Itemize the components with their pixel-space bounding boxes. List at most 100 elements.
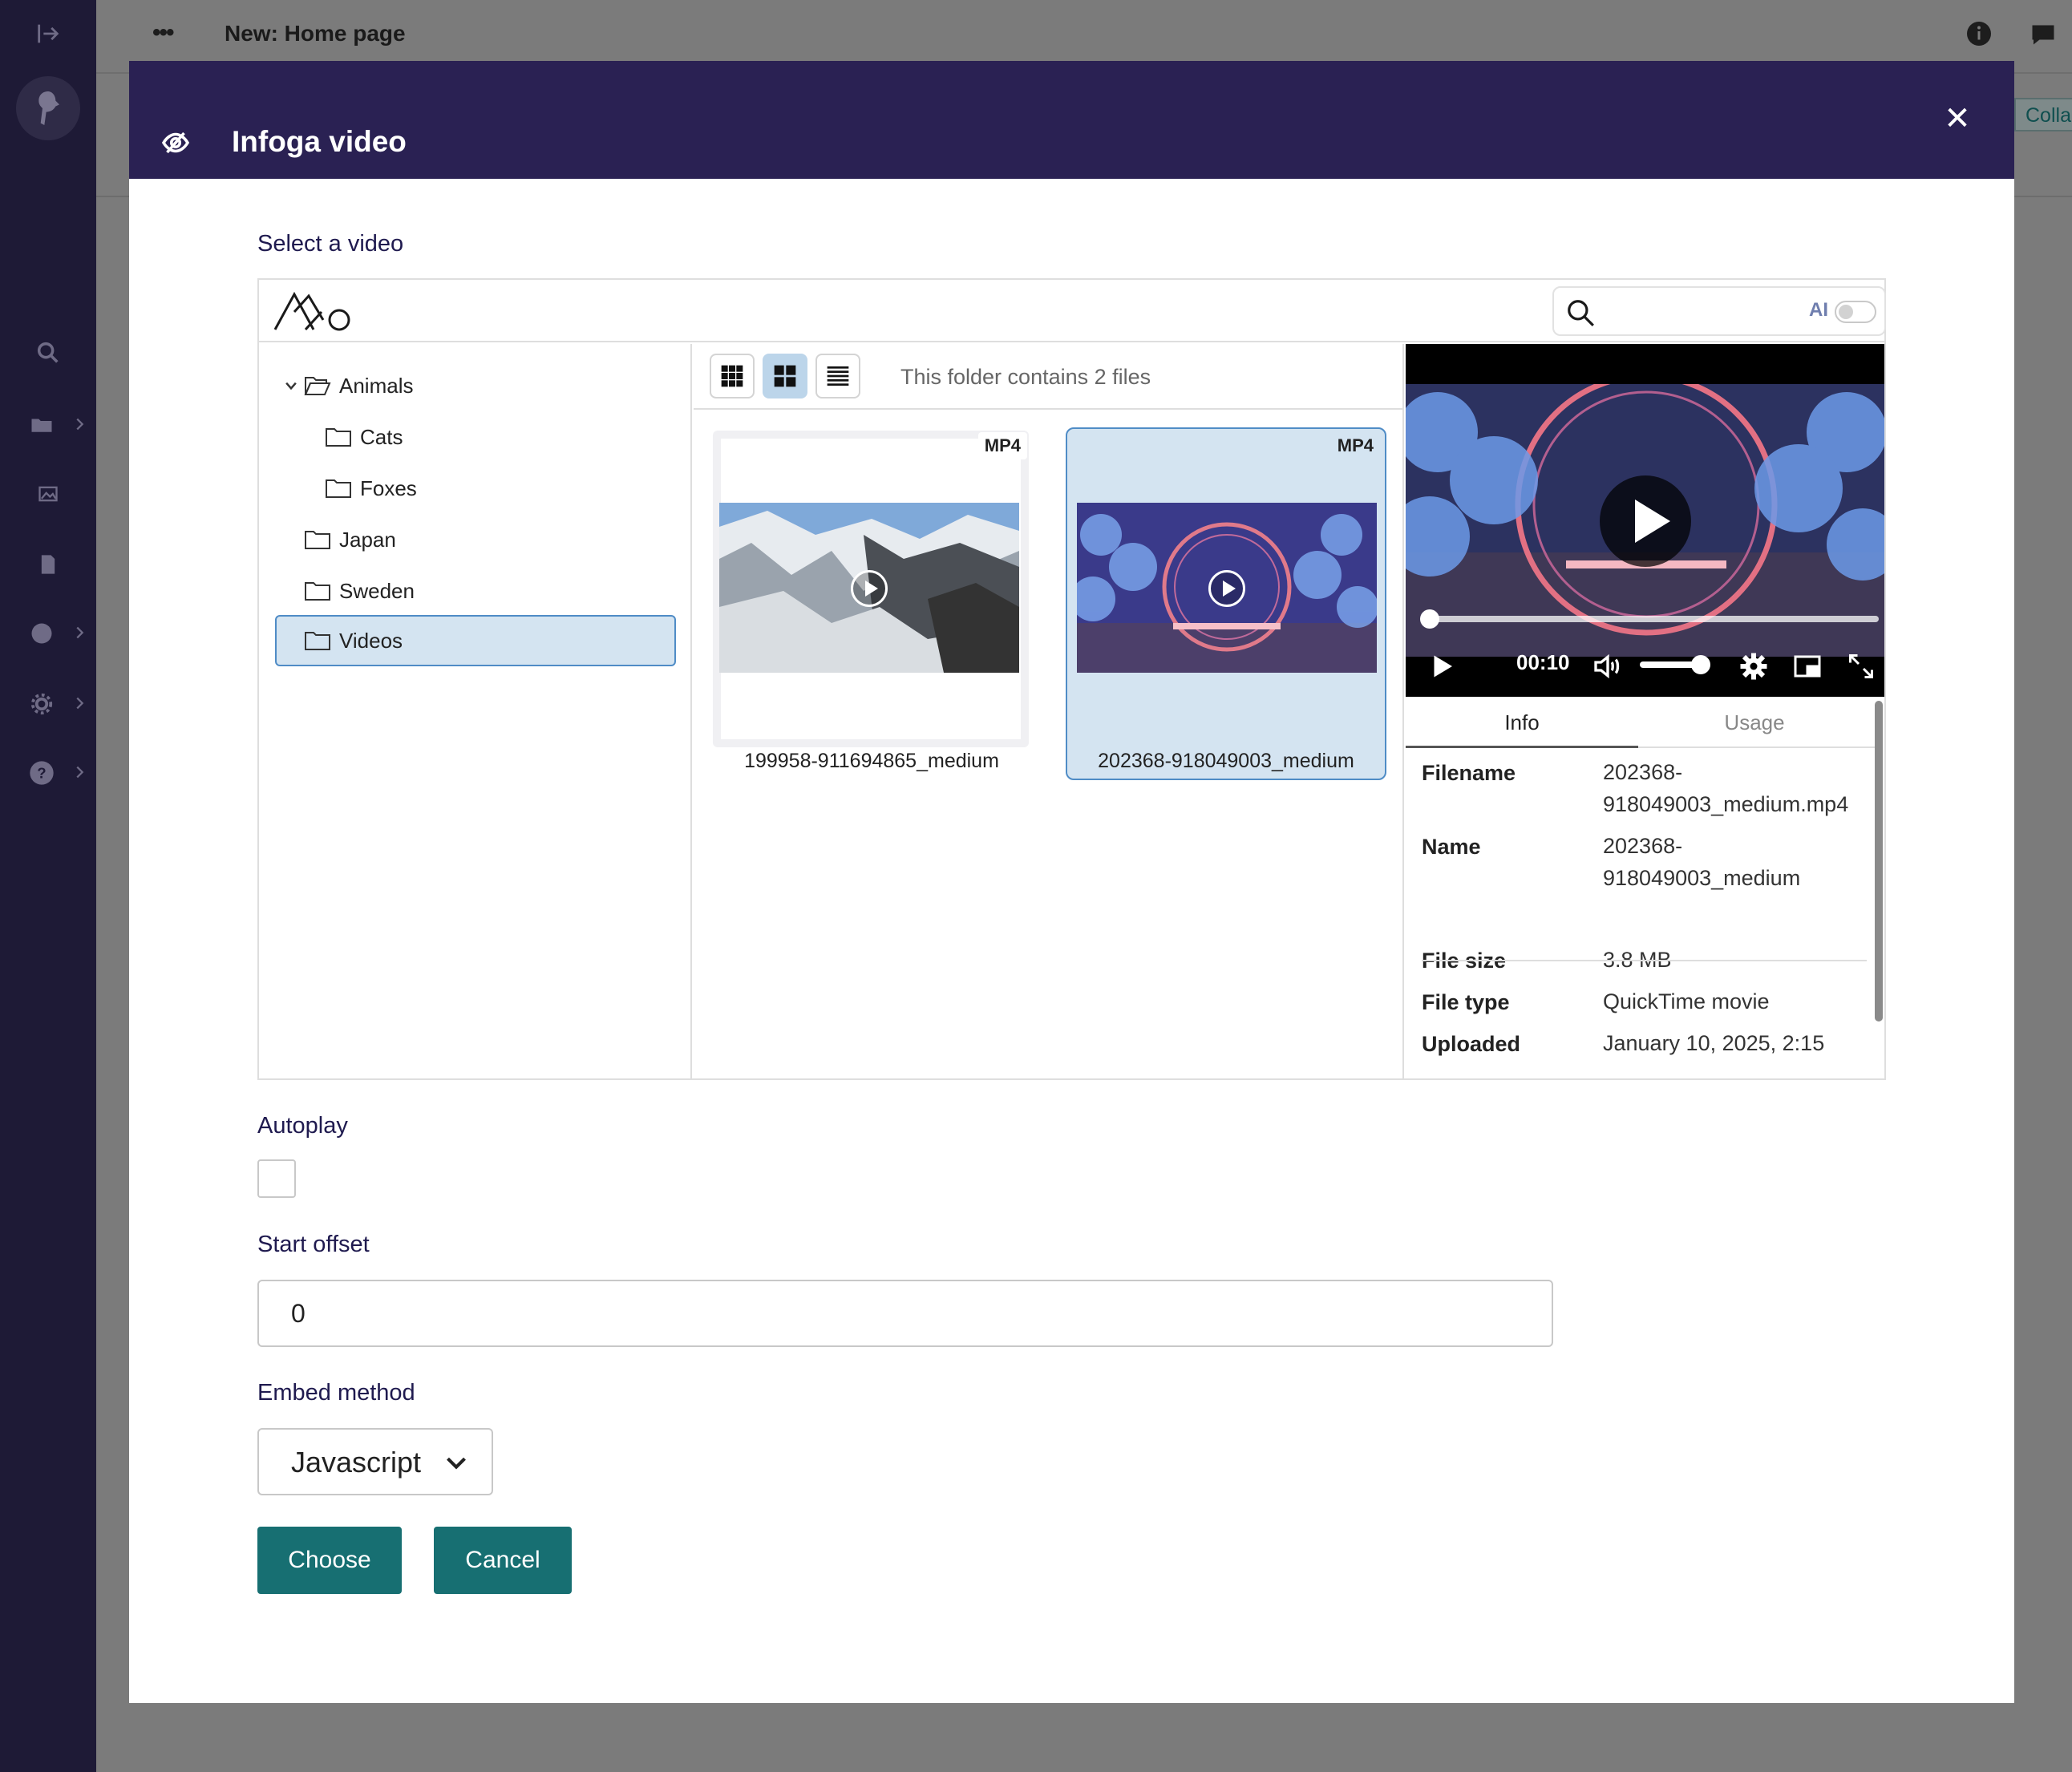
progress-handle[interactable] [1420,609,1439,629]
tree-item-label: Foxes [360,475,417,500]
tab-usage[interactable]: Usage [1638,698,1871,748]
document-icon[interactable] [0,540,96,589]
info-icon[interactable] [1965,19,1993,48]
tree-item-cats[interactable]: Cats [325,413,403,461]
chevron-right-icon [76,697,84,710]
tree-item-label: Animals [339,373,414,398]
tree-item-sweden[interactable]: Sweden [304,567,415,615]
tree-item-japan[interactable]: Japan [304,516,396,564]
file-name: 199958-911694865_medium [744,750,999,772]
current-time: 00:10 [1516,650,1570,674]
tree-item-label: Sweden [339,578,415,603]
ai-toggle[interactable] [1835,301,1876,323]
grid-small-icon [721,365,743,387]
eye-slash-icon [160,128,192,157]
start-offset-label: Start offset [257,1232,370,1257]
ai-label: AI [1809,299,1828,321]
video-thumbnail [719,503,1019,673]
tab-info[interactable]: Info [1406,698,1638,748]
grid-large-icon [774,365,796,387]
volume-handle[interactable] [1691,655,1710,674]
tree-item-foxes[interactable]: Foxes [325,464,417,512]
folder-icon[interactable] [0,401,96,449]
tree-item-animals[interactable]: Animals [285,362,414,410]
video-thumbnail [1077,503,1377,673]
video-player: 00:10 [1406,344,1884,697]
video-dialog: Infoga video ✕ Select a video AI Animals [129,61,2014,1703]
comments-icon[interactable] [2029,19,2058,48]
search-box: AI [1552,286,1886,336]
list-view-button[interactable] [815,354,860,398]
folder-icon [305,531,330,549]
autoplay-checkbox[interactable] [257,1159,296,1198]
tree-item-label: Cats [360,424,403,449]
volume-slider[interactable] [1640,661,1696,668]
search-icon[interactable] [0,329,96,377]
view-toolbar: This folder contains 2 files [694,344,1404,410]
search-input[interactable] [1604,294,1788,330]
folder-icon [305,632,330,650]
big-play-button[interactable] [1600,475,1691,567]
image-icon[interactable] [0,470,96,518]
info-key: Uploaded [1422,1032,1521,1056]
expand-sidebar-icon[interactable] [0,10,96,58]
info-value: QuickTime movie [1603,989,1770,1013]
embed-method-select[interactable]: Javascript [257,1428,493,1495]
folder-count: This folder contains 2 files [900,365,1151,389]
preview-tabs: Info Usage [1406,698,1875,748]
list-icon [827,366,849,386]
preview-pane: 00:10 Info Usage Filename 202368- 918049… [1406,344,1884,1080]
folder-open-icon [304,377,331,395]
info-value: January 10, 2025, 2:15 [1603,1031,1825,1055]
file-type-badge: MP4 [1337,435,1374,455]
info-key: Filename [1422,761,1516,785]
fullscreen-icon[interactable] [1847,652,1876,681]
info-value: 202368- 918049003_medium [1603,834,1801,890]
picker-toolbar: AI [259,280,1886,342]
picture-in-picture-icon[interactable] [1792,652,1823,681]
start-offset-input[interactable] [257,1280,1553,1347]
folder-icon [326,479,351,498]
tree-item-label: Videos [339,628,403,653]
cancel-button[interactable]: Cancel [434,1527,572,1594]
embed-method-value: Javascript [291,1446,422,1479]
chevron-right-icon [76,418,84,431]
info-key: Name [1422,835,1481,859]
tree-item-videos[interactable]: Videos [275,615,676,666]
svg-text:?: ? [37,765,46,782]
small-grid-view-button[interactable] [710,354,755,398]
file-name: 202368-918049003_medium [1098,750,1354,772]
file-card-selected[interactable]: MP4 202368-918049003_medium [1066,427,1386,780]
play-icon [851,570,888,607]
volume-icon[interactable] [1592,650,1624,682]
info-key: File type [1422,990,1510,1014]
choose-button[interactable]: Choose [257,1527,402,1594]
video-picker: AI Animals Cats Foxes Japan Sweden Video… [257,278,1886,1080]
avatar[interactable] [16,76,80,140]
chevron-right-icon [76,626,84,639]
play-icon[interactable] [1428,652,1457,681]
dialog-header: Infoga video ✕ [129,61,2014,179]
progress-bar[interactable] [1430,616,1879,622]
collapse-button[interactable]: Collapse [2014,98,2072,131]
infoga-logo [273,288,357,333]
folder-icon [326,428,351,447]
breadcrumb-more[interactable]: ••• [152,19,174,47]
scrollbar[interactable] [1875,701,1883,1022]
large-grid-view-button[interactable] [763,354,807,398]
tree-item-label: Japan [339,527,396,552]
folder-icon [305,582,330,601]
dialog-title: Infoga video [232,125,407,158]
help-icon[interactable]: ? [0,749,96,797]
globe-icon[interactable] [0,609,96,657]
page-title: New: Home page [225,21,406,46]
file-card[interactable]: MP4 199958-911694865_medium [711,429,1032,782]
select-video-label: Select a video [257,231,404,257]
search-icon [1565,297,1596,328]
close-icon[interactable]: ✕ [1941,103,1973,135]
gear-icon[interactable] [1739,652,1768,681]
chevron-down-icon [285,382,297,390]
settings-icon[interactable] [0,680,96,728]
file-browser: This folder contains 2 files MP4 199958-… [694,344,1404,1080]
chevron-down-icon [447,1457,466,1470]
